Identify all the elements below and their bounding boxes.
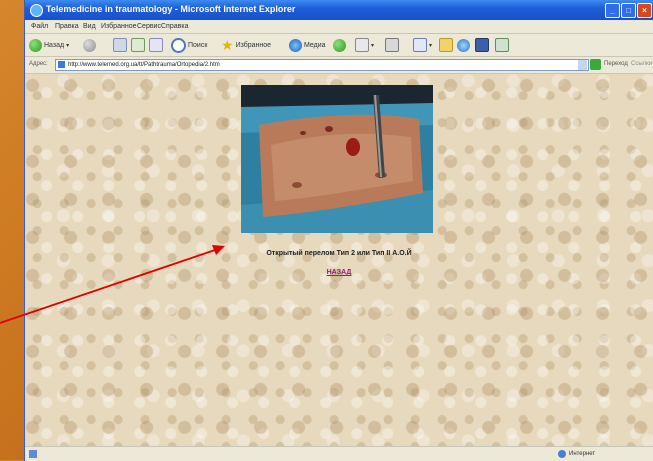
red-arrow-annotation <box>0 245 225 324</box>
